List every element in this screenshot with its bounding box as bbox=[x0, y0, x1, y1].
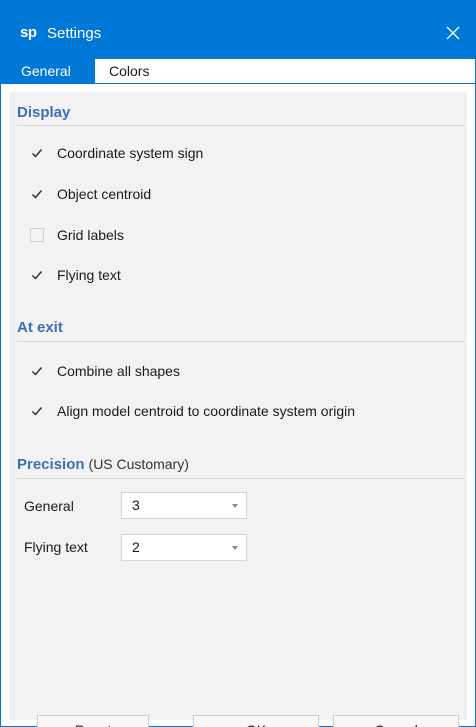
chevron-down-icon bbox=[232, 546, 238, 550]
checkbox-empty-icon bbox=[30, 228, 44, 242]
checkmark-icon bbox=[30, 268, 44, 282]
ok-button[interactable]: OK bbox=[193, 715, 319, 727]
checkmark-icon bbox=[30, 187, 44, 201]
tab-strip-divider bbox=[1, 83, 475, 84]
checkbox-label: Coordinate system sign bbox=[57, 145, 204, 161]
checkbox-label: Flying text bbox=[57, 267, 121, 283]
section-divider bbox=[17, 125, 465, 126]
checkbox-combine-all-shapes[interactable]: Combine all shapes bbox=[30, 361, 180, 381]
settings-window: sp Settings General Colors Display Coord… bbox=[0, 0, 476, 727]
checkmark-icon bbox=[30, 364, 44, 378]
section-title-at-exit: At exit bbox=[17, 319, 63, 336]
checkbox-object-centroid[interactable]: Object centroid bbox=[30, 184, 151, 204]
section-divider bbox=[17, 341, 465, 342]
select-value: 2 bbox=[132, 539, 140, 555]
chevron-down-icon bbox=[232, 504, 238, 508]
flying-text-precision-select[interactable]: 2 bbox=[121, 534, 247, 561]
close-icon bbox=[446, 26, 460, 40]
checkbox-label: Object centroid bbox=[57, 186, 152, 202]
close-button[interactable] bbox=[431, 15, 475, 51]
checkbox-flying-text[interactable]: Flying text bbox=[30, 265, 121, 285]
cancel-button[interactable]: Cancel bbox=[333, 715, 459, 727]
reset-button[interactable]: Reset bbox=[37, 715, 149, 727]
general-precision-label: General bbox=[24, 498, 74, 514]
checkmark-icon bbox=[30, 146, 44, 160]
flying-text-precision-label: Flying text bbox=[24, 539, 88, 555]
section-title-display: Display bbox=[17, 104, 71, 121]
checkbox-label: Grid labels bbox=[57, 227, 124, 243]
general-precision-select[interactable]: 3 bbox=[121, 492, 247, 519]
checkbox-coordinate-system-sign[interactable]: Coordinate system sign bbox=[30, 143, 203, 163]
section-title-precision-text: Precision bbox=[17, 456, 85, 473]
checkbox-label: Align model centroid to coordinate syste… bbox=[57, 403, 356, 419]
select-value: 3 bbox=[132, 497, 140, 513]
tab-colors[interactable]: Colors bbox=[95, 59, 475, 84]
title-bar: sp Settings bbox=[1, 1, 475, 59]
section-divider bbox=[17, 478, 465, 479]
tab-general[interactable]: General bbox=[1, 59, 95, 84]
checkmark-icon bbox=[30, 404, 44, 418]
app-logo: sp bbox=[20, 24, 37, 41]
general-settings-panel: Display Coordinate system sign Object ce… bbox=[9, 92, 467, 727]
window-title: Settings bbox=[47, 25, 102, 42]
checkbox-align-model-centroid[interactable]: Align model centroid to coordinate syste… bbox=[30, 401, 355, 421]
checkbox-label: Combine all shapes bbox=[57, 363, 180, 379]
section-title-precision: Precision (US Customary) bbox=[17, 456, 189, 473]
checkbox-grid-labels[interactable]: Grid labels bbox=[30, 225, 124, 245]
unit-system-label: (US Customary) bbox=[88, 456, 189, 472]
